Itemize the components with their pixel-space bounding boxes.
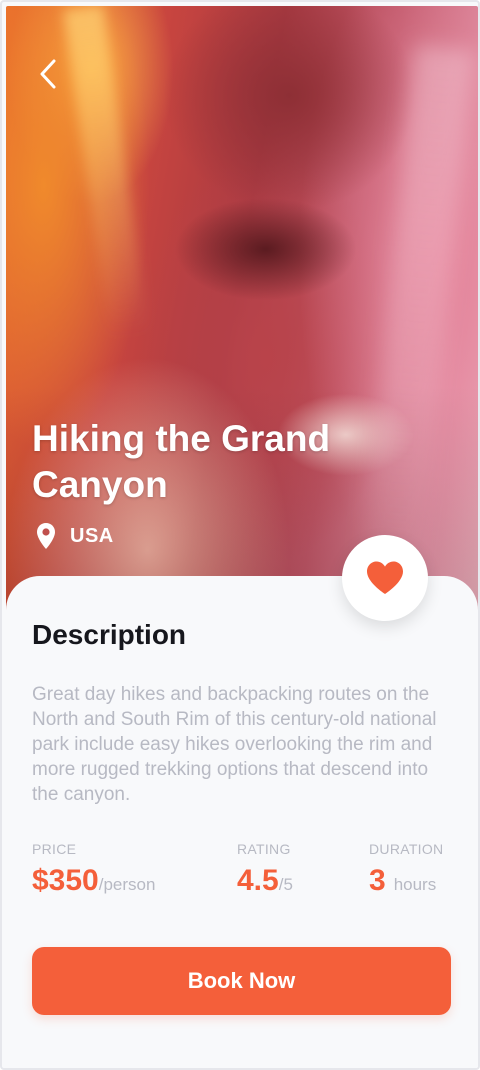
chevron-left-icon xyxy=(40,59,56,89)
duration-label: DURATION xyxy=(369,841,444,857)
favorite-button[interactable] xyxy=(342,535,428,621)
price-unit: /person xyxy=(98,875,156,894)
heart-icon xyxy=(367,561,403,594)
book-now-button[interactable]: Book Now xyxy=(32,947,451,1015)
location: USA xyxy=(36,520,114,552)
location-label: USA xyxy=(70,524,114,547)
duration-amount: 3 xyxy=(369,864,386,897)
rating-label: RATING xyxy=(237,841,291,857)
duration-value: 3 hours xyxy=(369,864,436,898)
description-heading: Description xyxy=(32,619,187,650)
duration-unit: hours xyxy=(393,875,437,894)
phone-frame: Hiking the Grand Canyon USA Description … xyxy=(0,0,480,1070)
price-label: PRICE xyxy=(32,841,77,857)
map-pin-icon xyxy=(37,523,55,549)
rating-value: 4.5 /5 xyxy=(237,864,293,898)
rating-score: 4.5 xyxy=(237,864,279,897)
page-title: Hiking the Grand Canyon xyxy=(32,418,331,505)
rating-scale: /5 xyxy=(278,875,293,894)
back-button[interactable] xyxy=(32,56,64,92)
price-amount: $350 xyxy=(32,864,99,897)
hero-light-streak xyxy=(63,6,149,338)
description-text: Great day hikes and backpacking routes o… xyxy=(32,684,437,805)
price-value: $350 /person xyxy=(32,864,155,898)
